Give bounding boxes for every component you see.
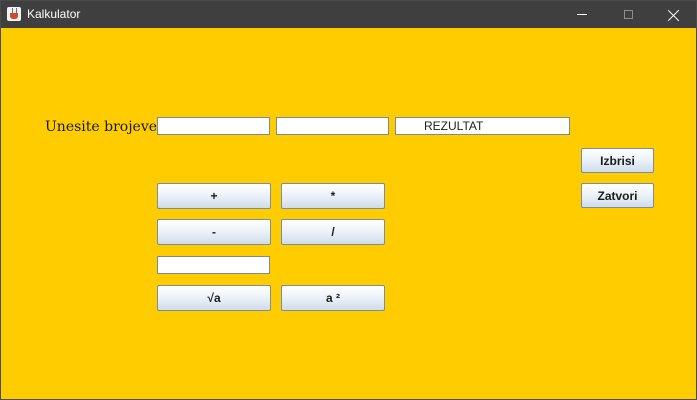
minimize-button[interactable] bbox=[559, 1, 605, 28]
first-number-input[interactable] bbox=[157, 117, 270, 135]
single-number-input[interactable] bbox=[157, 256, 270, 274]
close-window-button[interactable] bbox=[651, 1, 697, 28]
maximize-button[interactable] bbox=[605, 1, 651, 28]
second-number-input[interactable] bbox=[276, 117, 389, 135]
square-root-button[interactable]: √a bbox=[157, 285, 271, 311]
java-app-icon bbox=[7, 7, 21, 21]
multiply-button[interactable]: * bbox=[281, 183, 385, 209]
divide-button[interactable]: / bbox=[281, 219, 385, 245]
square-button[interactable]: a ² bbox=[281, 285, 385, 311]
close-icon bbox=[668, 9, 680, 21]
close-button[interactable]: Zatvori bbox=[581, 183, 654, 208]
title-bar[interactable]: Kalkulator bbox=[1, 1, 696, 28]
add-button[interactable]: + bbox=[157, 183, 271, 209]
numbers-prompt-label: Unesite brojeve: bbox=[45, 119, 162, 135]
minimize-icon bbox=[577, 14, 587, 15]
window-title: Kalkulator bbox=[27, 7, 81, 21]
maximize-icon bbox=[623, 10, 633, 19]
subtract-button[interactable]: - bbox=[157, 219, 271, 245]
calculator-window: Kalkulator Unesite brojeve: Izbrisi Zatv… bbox=[0, 0, 697, 400]
clear-button[interactable]: Izbrisi bbox=[581, 148, 654, 173]
result-field[interactable] bbox=[395, 117, 570, 135]
